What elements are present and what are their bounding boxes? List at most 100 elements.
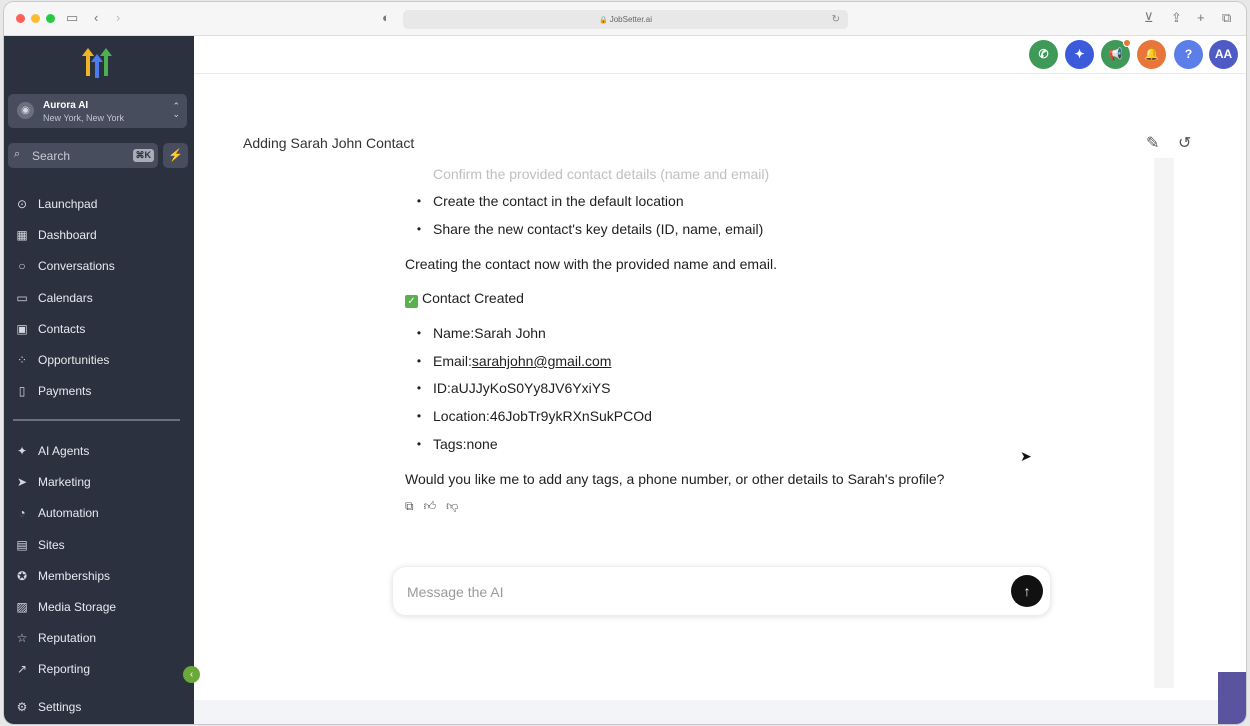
payments-icon: ▯ [18,384,26,399]
tabs-icon[interactable]: ⧉ [1222,10,1231,26]
sidebar-item-contacts[interactable]: ▣ Contacts [4,317,194,341]
thumbs-down-icon[interactable]: 👎︎ [446,499,458,514]
megaphone-button[interactable]: 📢 [1101,39,1131,69]
sidebar-item-label: Marketing [38,475,91,490]
shield-icon[interactable]: ◐ [382,10,390,26]
share-icon[interactable]: ⇪ [1171,10,1182,26]
maximize-window-button[interactable] [46,14,55,23]
award-icon: ✪ [16,568,28,583]
history-icon[interactable]: ↺ [1178,133,1191,153]
address-bar[interactable]: 🔒 JobSetter.ai ↻ [403,10,848,29]
chat-scrollbar[interactable] [1154,158,1174,688]
magic-button[interactable]: ✦ [1065,40,1094,69]
lock-icon: 🔒 [599,17,608,24]
sidebar-item-memberships[interactable]: ✪ Memberships [4,564,194,588]
help-button[interactable]: ? [1174,40,1203,69]
sidebar-item-media-storage[interactable]: ▨ Media Storage [4,595,194,619]
contact-tags: none [466,436,498,452]
top-bar: ✆ ✦ 📢 🔔? AA [194,36,1246,74]
send-button[interactable]: ↑ [1011,575,1043,607]
download-icon[interactable]: ⊻ [1144,10,1154,26]
sidebar-item-reporting[interactable]: ↗ Reporting [4,657,194,681]
status-text: Creating the contact now with the provid… [405,256,777,272]
sidebar-item-label: Calendars [38,290,93,305]
edit-icon[interactable]: ✎ [1146,133,1159,153]
contact-created-heading: ✓ Contact Created [405,290,524,308]
megaphone-icon: 📢 [1108,47,1123,61]
contact-id: aUJJyKoS0Yy8JV6YxiYS [450,380,611,396]
account-name: Aurora AI [43,100,89,111]
sidebar-toggle-icon[interactable]: ▭ [66,10,78,26]
contact-location: 46JobTr9ykRXnSukPCOd [489,408,652,424]
plan-step: Create the contact in the default locati… [433,193,684,209]
url-text: JobSetter.ai [609,15,652,24]
magic-icon: ✦ [1074,47,1085,61]
avatar: AA [1214,47,1233,61]
arrow-up-icon: ↑ [1023,583,1031,599]
minimize-window-button[interactable] [31,14,40,23]
message-composer[interactable]: Message the AI ↑ [392,566,1051,616]
chevron-left-icon: ‹ [189,669,194,680]
forward-icon[interactable]: › [116,10,120,26]
notification-dot [1123,39,1131,47]
nav-divider [13,419,180,421]
sidebar-item-label: Conversations [38,259,115,274]
sidebar-item-ai-agents[interactable]: ✦ AI Agents [4,439,194,463]
contact-created-label: Contact Created [422,290,524,306]
calendar-icon: ▭ [16,290,28,305]
account-switcher[interactable]: ◉ Aurora AI New York, New York ⌃ ⌄ [8,94,187,128]
message-actions: ⧉ 👍︎ 👎︎ [405,499,458,514]
account-location: New York, New York [43,113,125,123]
quick-action-button[interactable]: ⚡ [163,143,188,168]
sidebar-item-settings[interactable]: ⚙ Settings [4,695,194,719]
sidebar-item-sites[interactable]: ▤ Sites [4,533,194,557]
send-icon: ➤ [16,475,28,490]
sidebar-item-label: Payments [38,384,92,399]
chevron-updown-icon: ⌃ ⌄ [172,101,180,119]
detail-label: Tags: [433,436,467,452]
help-icon: ? [1184,47,1193,61]
corner-widget[interactable] [1218,672,1246,724]
chat-title: Adding Sarah John Contact [243,135,415,151]
sidebar-item-reputation[interactable]: ☆ Reputation [4,626,194,650]
thumbs-up-icon[interactable]: 👍︎ [424,499,437,514]
bolt-icon: ⚡ [168,148,183,162]
detail-label: Email: [433,353,472,369]
collapse-sidebar-button[interactable]: ‹ [183,666,200,683]
back-icon[interactable]: ‹ [94,10,98,26]
list-item: • Email: sarahjohn@gmail.com [416,353,612,370]
phone-button[interactable]: ✆ [1029,40,1058,69]
trend-icon: ↗ [16,662,28,677]
sidebar-item-dashboard[interactable]: ▦ Dashboard [4,223,194,247]
sidebar-item-launchpad[interactable]: ⊙ Launchpad [4,192,194,216]
detail-label: ID: [433,380,451,396]
new-tab-icon[interactable]: + [1197,10,1205,26]
bell-button[interactable]: 🔔 [1137,40,1166,69]
close-window-button[interactable] [16,14,25,23]
plan-step: Share the new contact's key details (ID,… [433,221,764,237]
contact-name: Sarah John [474,325,546,341]
contact-email-link[interactable]: sarahjohn@gmail.com [472,353,612,370]
sidebar-item-conversations[interactable]: ○ Conversations [4,254,194,278]
copy-icon[interactable]: ⧉ [405,499,414,514]
sidebar-item-label: Reputation [38,631,97,646]
sidebar-item-automation[interactable]: ◔ Automation [4,501,194,525]
sidebar-item-label: Opportunities [38,353,110,367]
list-item: • Name: Sarah John [416,325,546,341]
sidebar-item-payments[interactable]: ▯ Payments [4,379,194,403]
reload-icon[interactable]: ↻ [832,10,840,29]
automation-icon: ◔ [18,506,26,521]
main-panel: ✆ ✦ 📢 🔔? AA Adding Sarah John Contact ✎ ↺ Co… [194,36,1246,724]
detail-label: Name: [433,325,475,341]
bottom-bar [194,700,1246,724]
sidebar-item-calendars[interactable]: ▭ Calendars [4,286,194,310]
sidebar: ◉ Aurora AI New York, New York ⌃ ⌄ ⌕ Sear… [4,36,194,724]
sidebar-item-marketing[interactable]: ➤ Marketing [4,470,194,494]
search-box[interactable]: ⌕ Search ⌘K [8,143,158,168]
app-logo [82,48,112,78]
sidebar-item-opportunities[interactable]: ⁘ Opportunities [4,348,194,372]
user-avatar-button[interactable]: AA [1209,40,1238,69]
message-input[interactable]: Message the AI [407,584,504,600]
list-item: • Tags: none [416,436,498,452]
sidebar-item-label: Contacts [38,321,86,336]
